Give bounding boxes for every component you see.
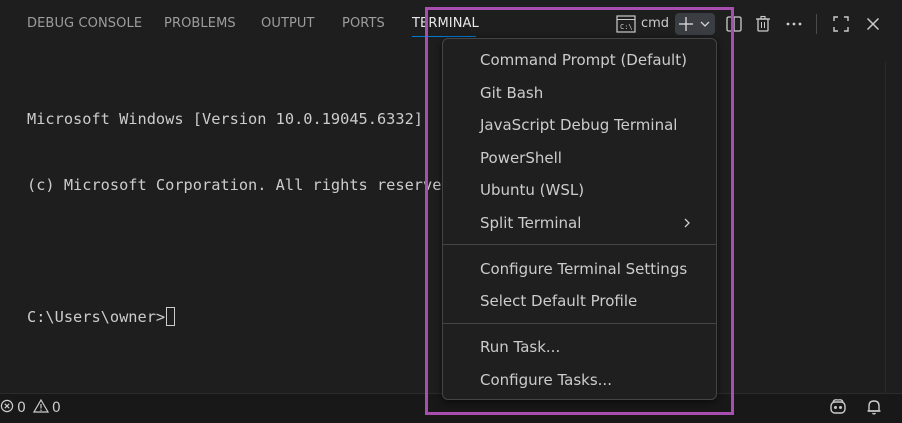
copilot-icon[interactable] <box>828 398 848 416</box>
menu-item-label: Run Task... <box>480 338 561 356</box>
plus-icon[interactable] <box>677 13 695 35</box>
menu-item-label: Ubuntu (WSL) <box>480 181 585 199</box>
error-icon <box>0 399 14 417</box>
menu-separator <box>443 323 716 324</box>
menu-item-select-default-profile[interactable]: Select Default Profile <box>447 286 712 316</box>
menu-item-configure-tasks[interactable]: Configure Tasks... <box>447 365 712 395</box>
menu-item-label: Split Terminal <box>480 214 582 232</box>
active-tab-indicator <box>412 36 476 37</box>
tab-problems[interactable]: PROBLEMS <box>164 16 236 31</box>
menu-item-label: Select Default Profile <box>480 292 638 310</box>
terminal-cursor <box>166 307 176 326</box>
svg-text:C:\: C:\ <box>620 23 633 31</box>
menu-item-label: JavaScript Debug Terminal <box>480 116 678 134</box>
chevron-right-icon <box>682 208 692 238</box>
menu-item-label: PowerShell <box>480 149 562 167</box>
menu-item-label: Command Prompt (Default) <box>480 51 687 69</box>
menu-item-git-bash[interactable]: Git Bash <box>447 78 712 108</box>
more-icon[interactable] <box>784 13 804 35</box>
warning-icon <box>32 398 49 417</box>
split-icon[interactable] <box>724 13 744 35</box>
tab-ports[interactable]: PORTS <box>342 16 385 31</box>
menu-item-configure-terminal-settings[interactable]: Configure Terminal Settings <box>447 254 712 284</box>
terminal-line: Microsoft Windows [Version 10.0.19045.63… <box>27 110 424 128</box>
menu-item-run-task[interactable]: Run Task... <box>447 332 712 362</box>
terminal-icon[interactable]: C:\ <box>615 13 637 35</box>
close-icon[interactable] <box>864 13 882 35</box>
chevron-down-icon[interactable] <box>697 13 713 35</box>
menu-item-powershell[interactable]: PowerShell <box>447 143 712 173</box>
toolbar-separator <box>816 14 817 34</box>
terminal-prompt-line: C:\Users\owner> <box>27 306 460 328</box>
terminal-prompt: C:\Users\owner> <box>27 308 166 326</box>
new-terminal-menu: Command Prompt (Default) Git Bash JavaSc… <box>442 38 717 400</box>
terminal-name[interactable]: cmd <box>641 16 669 31</box>
menu-item-label: Git Bash <box>480 84 544 102</box>
menu-item-js-debug-terminal[interactable]: JavaScript Debug Terminal <box>447 110 712 140</box>
error-count: 0 <box>17 400 26 416</box>
menu-item-split-terminal[interactable]: Split Terminal <box>447 208 712 238</box>
menu-item-label: Configure Tasks... <box>480 371 612 389</box>
terminal-scrollbar[interactable] <box>885 62 902 394</box>
menu-separator <box>443 244 716 245</box>
maximize-icon[interactable] <box>831 13 851 35</box>
warning-count: 0 <box>51 400 61 416</box>
terminal-output[interactable]: Microsoft Windows [Version 10.0.19045.63… <box>27 64 460 350</box>
trash-icon[interactable] <box>753 13 773 35</box>
problems-status[interactable]: 0 0 <box>0 398 61 417</box>
menu-item-label: Configure Terminal Settings <box>480 260 688 278</box>
menu-item-ubuntu-wsl[interactable]: Ubuntu (WSL) <box>447 175 712 205</box>
bell-icon[interactable] <box>866 398 882 416</box>
tab-debug-console[interactable]: DEBUG CONSOLE <box>27 16 142 31</box>
tab-terminal[interactable]: TERMINAL <box>412 16 479 31</box>
tab-output[interactable]: OUTPUT <box>261 16 315 31</box>
menu-item-command-prompt[interactable]: Command Prompt (Default) <box>447 45 712 75</box>
terminal-line: (c) Microsoft Corporation. All rights re… <box>27 176 460 194</box>
